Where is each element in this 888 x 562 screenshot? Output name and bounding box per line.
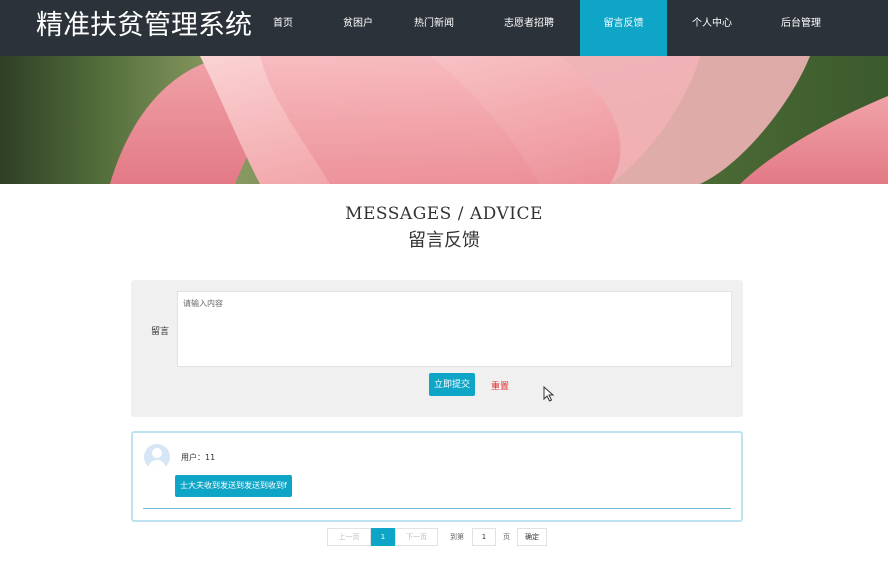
user-prefix: 用户： — [181, 453, 205, 462]
nav-item-hot-news[interactable]: 热门新闻 — [390, 0, 478, 56]
next-page-button[interactable]: 下一页 — [395, 528, 438, 546]
message-form: 留言 请输入内容 立即提交 重置 — [131, 280, 743, 417]
banner-image — [0, 56, 888, 184]
goto-confirm-button[interactable]: 确定 — [517, 528, 547, 546]
nav-item-admin[interactable]: 后台管理 — [757, 0, 845, 56]
message-user: 用户：11 — [181, 452, 215, 463]
current-page[interactable]: 1 — [371, 528, 395, 546]
goto-prefix: 到第 — [450, 533, 464, 541]
user-avatar-icon — [144, 444, 170, 470]
top-navbar: 精准扶贫管理系统 首页 贫困户 热门新闻 志愿者招聘 留言反馈 个人中心 后台管… — [0, 0, 888, 56]
user-name: 11 — [205, 453, 216, 462]
site-logo[interactable]: 精准扶贫管理系统 — [36, 6, 252, 46]
nav-item-volunteer-recruitment[interactable]: 志愿者招聘 — [478, 0, 580, 56]
nav-item-personal-center[interactable]: 个人中心 — [667, 0, 757, 56]
divider — [143, 508, 731, 509]
submit-button[interactable]: 立即提交 — [429, 373, 475, 396]
section-title-cn: 留言反馈 — [408, 230, 480, 251]
goto-suffix: 页 — [503, 533, 510, 541]
section-title-en: MESSAGES / ADVICE — [345, 204, 543, 224]
message-label: 留言 — [151, 327, 170, 337]
nav-item-home[interactable]: 首页 — [240, 0, 326, 56]
nav-item-feedback[interactable]: 留言反馈 — [580, 0, 667, 56]
message-input[interactable]: 请输入内容 — [177, 291, 732, 367]
reset-button[interactable]: 重置 — [491, 379, 509, 392]
message-content: 士大夫收到发送到发送到收到f — [175, 475, 292, 497]
lotus-banner-graphic — [0, 56, 888, 184]
mouse-pointer-icon — [543, 386, 555, 402]
message-card: 用户：11 士大夫收到发送到发送到收到f — [131, 431, 743, 522]
prev-page-button[interactable]: 上一页 — [327, 528, 371, 546]
goto-page-input[interactable]: 1 — [472, 528, 496, 546]
main-nav: 首页 贫困户 热门新闻 志愿者招聘 留言反馈 个人中心 后台管理 — [240, 0, 845, 56]
nav-item-poor-households[interactable]: 贫困户 — [326, 0, 390, 56]
